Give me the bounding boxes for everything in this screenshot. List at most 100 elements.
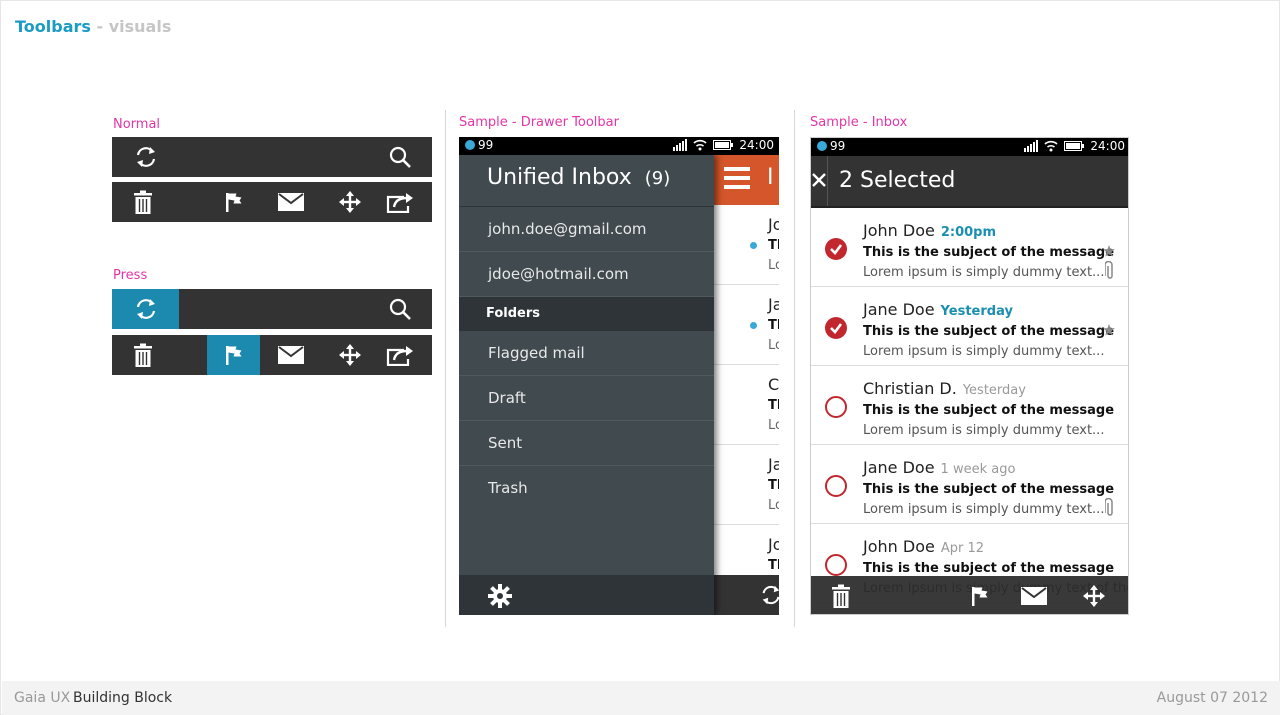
message-time: 1 week ago [940,462,1016,477]
peek-text: Th [768,478,779,493]
message-time: Apr 12 [940,541,984,556]
refresh-icon[interactable] [130,143,162,171]
folder-item-draft[interactable]: Draft [459,376,714,421]
inbox-header-peek[interactable]: I [714,155,779,205]
peek-text: Ja [768,455,779,474]
move-icon[interactable] [336,188,364,216]
wifi-icon [1044,140,1058,152]
message-row[interactable]: Jane Doe Yesterday This is the subject of … [811,287,1128,366]
share-icon[interactable] [384,188,416,216]
divider [445,110,446,627]
account-item[interactable]: john.doe@gmail.com [459,207,714,252]
folders-header: Folders [459,297,714,331]
message-preview: Lorem ipsum is simply dummy text... [863,344,1105,359]
peek-text: Jo [768,535,779,554]
label-press: Press [113,268,148,283]
settings-gear-icon[interactable] [488,584,512,608]
battery-icon [1064,141,1085,151]
star-icon [1103,321,1115,340]
status-bar: 99 24:00 [459,137,779,155]
notification-count: 99 [478,138,494,152]
search-icon[interactable] [384,143,416,171]
signal-icon [673,139,688,151]
page-title: Toolbars - visuals [15,17,171,36]
list-item[interactable]: Jo Th Lo [714,205,779,285]
footer-brand: Gaia UX [14,690,71,706]
message-row[interactable]: John Doe 2:00pm This is the subject of the… [811,208,1128,287]
list-item[interactable]: C Th Lo [714,365,779,445]
bottom-toolbar-normal [112,182,432,222]
list-item[interactable]: Ja Th Lo [714,285,779,365]
signal-icon [1024,140,1039,152]
peek-text: Th [768,558,779,573]
close-icon[interactable] [812,173,826,187]
sender-text: Jane Doe [863,300,935,319]
trash-icon[interactable] [831,584,851,608]
drawer-title: Unified Inbox (9) [487,165,670,190]
peek-text: Lo [768,258,779,273]
message-subject: This is the subject of the message [863,482,1115,497]
close-button[interactable] [811,156,828,206]
sender-name: John Doe Apr 12 [863,537,984,556]
folder-item-sent[interactable]: Sent [459,421,714,466]
mail-icon[interactable] [276,188,306,216]
flag-icon[interactable] [971,586,989,606]
sender-text: John Doe [863,537,935,556]
bottom-toolbar-press [112,335,432,375]
folder-item-flagged[interactable]: Flagged mail [459,331,714,376]
menu-icon[interactable] [724,167,750,189]
folder-item-trash[interactable]: Trash [459,466,714,511]
refresh-icon[interactable] [759,583,779,607]
checked-icon[interactable] [825,238,847,260]
share-icon[interactable] [384,341,416,369]
unchecked-icon[interactable] [825,475,847,497]
unchecked-icon[interactable] [825,554,847,576]
footer-section: Building Block [73,690,173,706]
unread-dot [750,322,757,329]
account-item[interactable]: jdoe@hotmail.com [459,252,714,297]
message-preview: Lorem ipsum is simply dummy text... [863,423,1105,438]
peek-text: Lo [768,338,779,353]
message-row[interactable]: Jane Doe 1 week ago This is the subject of… [811,445,1128,524]
message-time: Yesterday [940,304,1013,319]
checked-icon[interactable] [825,317,847,339]
inbox-title-peek: I [767,165,774,190]
list-item[interactable]: Ja Th Lo [714,445,779,525]
mail-icon[interactable] [1021,587,1047,605]
star-icon [1103,242,1115,261]
drawer-title-text: Unified Inbox [487,165,632,190]
label-inbox-sample: Sample - Inbox [810,115,908,130]
unread-count: (9) [644,168,671,189]
refresh-icon[interactable] [130,295,162,323]
peek-text: C [768,375,779,394]
message-row[interactable]: Christian D. Yesterday This is the subject… [811,366,1128,445]
slide-footer: Gaia UX Building Block August 07 2012 [2,681,1280,715]
label-drawer-sample: Sample - Drawer Toolbar [459,115,619,130]
message-subject: This is the subject of the message [863,561,1115,576]
label-normal: Normal [113,117,161,132]
notification-icon [465,140,475,150]
peek-text: Th [768,238,779,253]
attachment-icon [1104,260,1115,285]
flag-icon[interactable] [220,188,248,216]
mail-icon[interactable] [276,341,306,369]
message-list-peek: Jo Th Lo Ja Th Lo C Th Lo Ja Th Lo Jo Th [714,205,779,605]
slide: Toolbars - visuals Normal Press Sample -… [0,0,1280,715]
trash-icon[interactable] [129,341,157,369]
clock: 24:00 [739,138,774,152]
peek-text: Th [768,398,779,413]
drawer-panel: Unified Inbox (9) john.doe@gmail.com jdo… [459,155,714,615]
move-icon[interactable] [336,341,364,369]
status-bar: 99 24:00 [811,138,1128,156]
search-icon[interactable] [384,295,416,323]
flag-icon[interactable] [220,341,248,369]
unchecked-icon[interactable] [825,396,847,418]
notification-icon [817,141,827,151]
move-icon[interactable] [1083,585,1105,607]
message-time: 2:00pm [940,225,997,240]
message-subject: This is the subject of the message [863,324,1115,339]
trash-icon[interactable] [129,188,157,216]
message-preview: Lorem ipsum is simply dummy text... [863,502,1105,517]
top-toolbar-press [112,289,432,329]
selection-count-title: 2 Selected [839,168,956,193]
